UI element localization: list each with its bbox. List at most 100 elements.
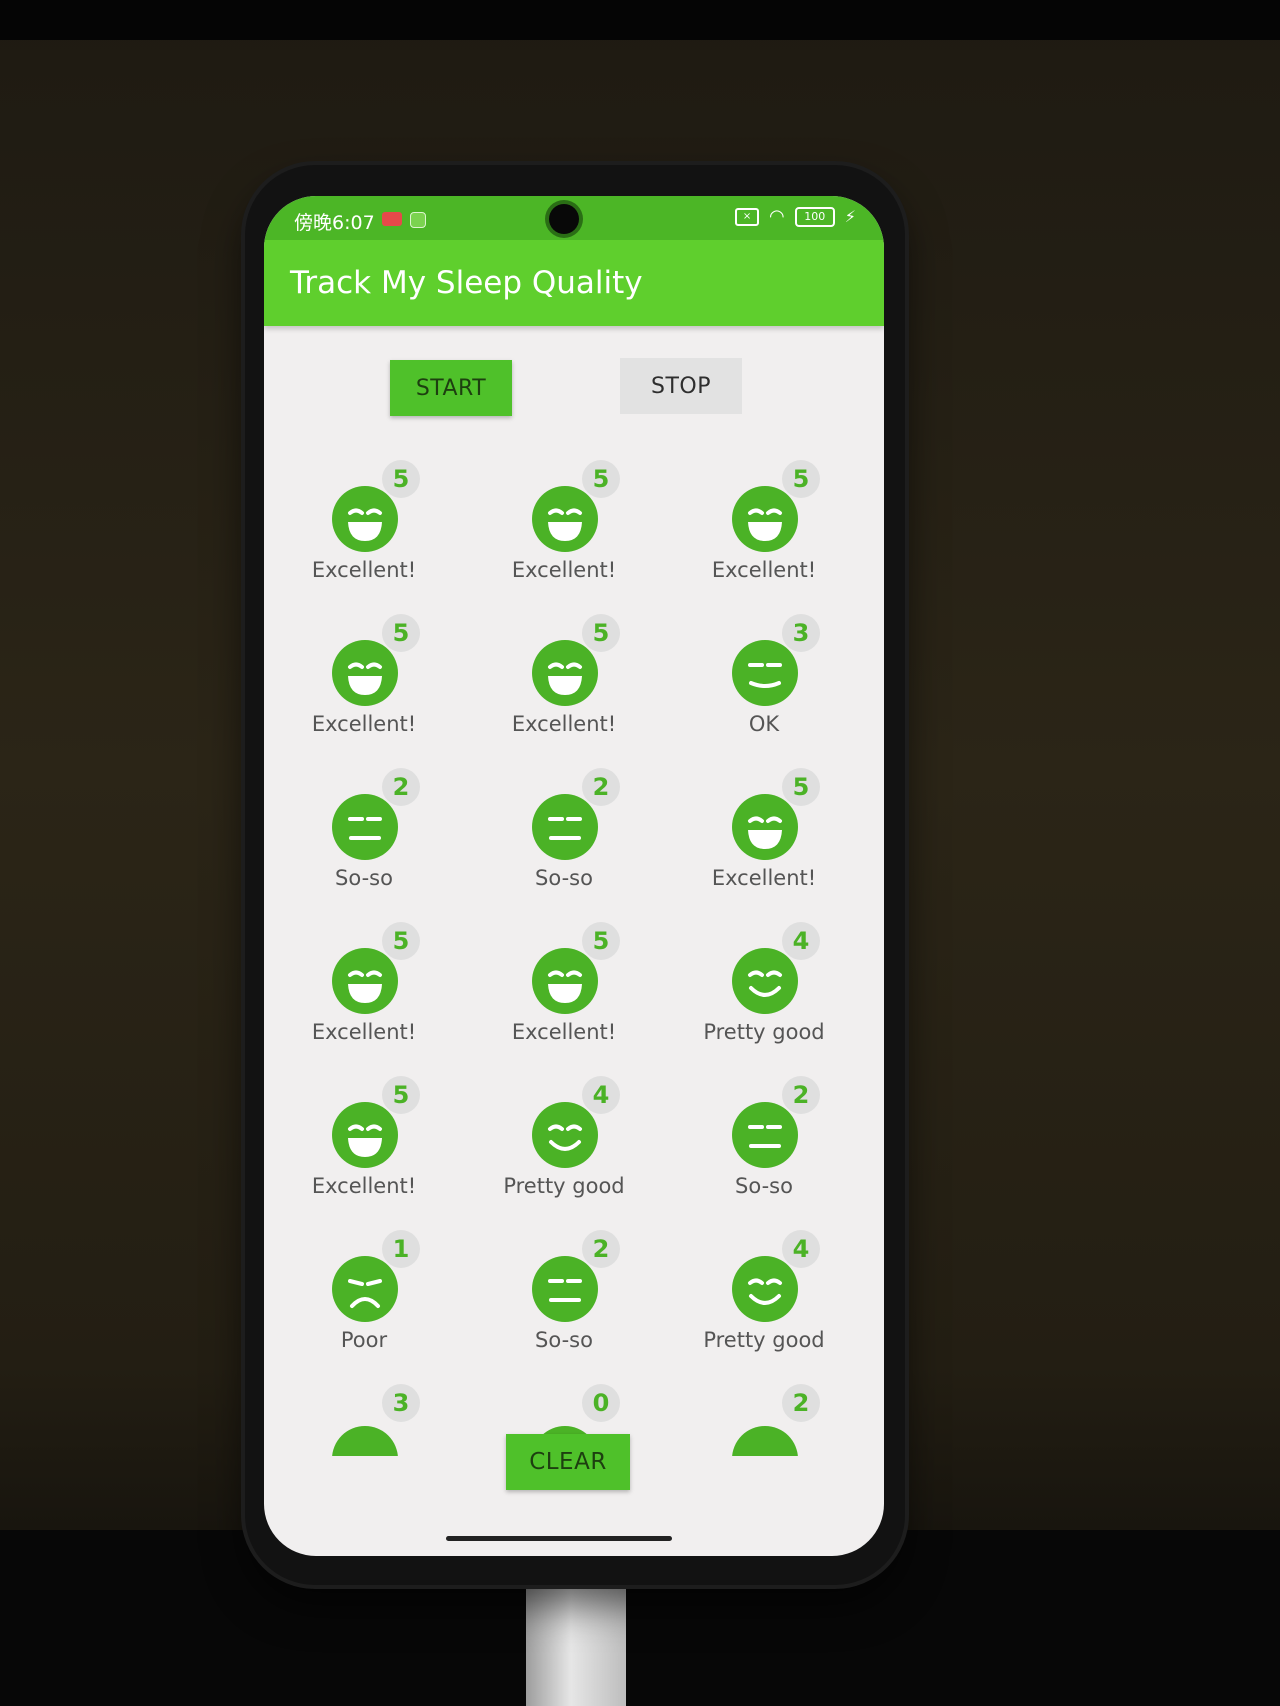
sleep-face-icon xyxy=(532,948,598,1014)
sleep-night-item[interactable]: 5 Excellent! xyxy=(264,918,464,1072)
sleep-night-item[interactable]: 5 Excellent! xyxy=(464,918,664,1072)
quality-score-badge: 5 xyxy=(582,460,620,498)
status-icons: × ◠ 100 ⚡ xyxy=(735,206,856,227)
quality-score-badge: 2 xyxy=(382,768,420,806)
sleep-face-icon xyxy=(332,640,398,706)
app-title: Track My Sleep Quality xyxy=(290,265,643,301)
sleep-night-item[interactable]: 3 OK xyxy=(664,610,864,764)
sleep-night-item[interactable]: 5 Excellent! xyxy=(264,610,464,764)
app-notification-icon xyxy=(410,212,426,228)
quality-label: Excellent! xyxy=(511,712,617,736)
sleep-night-item[interactable]: 3 xyxy=(264,1380,464,1456)
quality-score-badge: 5 xyxy=(382,460,420,498)
quality-score-badge: 5 xyxy=(582,614,620,652)
sleep-night-item[interactable]: 5 Excellent! xyxy=(264,1072,464,1226)
status-time: 傍晚6:07 xyxy=(294,212,375,234)
quality-score-badge: 5 xyxy=(782,460,820,498)
app-bar: Track My Sleep Quality xyxy=(264,240,884,326)
quality-label: Pretty good xyxy=(703,1020,825,1044)
quality-score-badge: 4 xyxy=(582,1076,620,1114)
quality-label: Excellent! xyxy=(711,866,817,890)
quality-label: So-so xyxy=(535,866,593,890)
sleep-face-icon xyxy=(732,948,798,1014)
quality-label: Poor xyxy=(340,1328,388,1352)
sleep-night-item[interactable]: 4 Pretty good xyxy=(464,1072,664,1226)
sleep-night-item[interactable]: 5 Excellent! xyxy=(264,456,464,610)
sleep-night-item[interactable]: 2 So-so xyxy=(464,1226,664,1380)
sleep-night-item[interactable]: 2 So-so xyxy=(664,1072,864,1226)
sleep-face-icon xyxy=(332,1102,398,1168)
quality-score-badge: 0 xyxy=(582,1384,620,1422)
sleep-face-icon xyxy=(332,794,398,860)
quality-score-badge: 4 xyxy=(782,1230,820,1268)
sleep-face-icon xyxy=(332,486,398,552)
sleep-face-icon xyxy=(532,486,598,552)
wifi-icon: ◠ xyxy=(769,206,785,227)
sleep-face-icon xyxy=(732,1102,798,1168)
quality-label: Excellent! xyxy=(311,558,417,582)
quality-score-badge: 5 xyxy=(582,922,620,960)
sleep-night-item[interactable]: 2 So-so xyxy=(264,764,464,918)
sleep-face-icon-partial xyxy=(332,1426,398,1456)
quality-score-badge: 2 xyxy=(582,1230,620,1268)
usb-cable xyxy=(526,1580,626,1706)
sleep-face-icon xyxy=(732,794,798,860)
sleep-night-item[interactable]: 2 So-so xyxy=(464,764,664,918)
sleep-face-icon xyxy=(532,640,598,706)
quality-label: Pretty good xyxy=(703,1328,825,1352)
sleep-face-icon xyxy=(532,794,598,860)
sleep-face-icon xyxy=(732,640,798,706)
quality-score-badge: 5 xyxy=(382,1076,420,1114)
sleep-night-item[interactable]: 4 Pretty good xyxy=(664,1226,864,1380)
grid-row: 5 Excellent! 5 Excellent! 4 Pretty good xyxy=(264,918,884,1072)
sleep-night-item[interactable]: 1 Poor xyxy=(264,1226,464,1380)
clear-button[interactable]: CLEAR xyxy=(506,1434,630,1490)
sleep-face-icon xyxy=(332,1256,398,1322)
home-indicator[interactable] xyxy=(446,1536,672,1541)
quality-label: So-so xyxy=(535,1328,593,1352)
quality-label: Excellent! xyxy=(711,558,817,582)
sleep-face-icon xyxy=(332,948,398,1014)
sleep-night-item[interactable]: 5 Excellent! xyxy=(664,764,864,918)
battery-icon: 100 xyxy=(794,206,835,227)
background-top xyxy=(0,0,1280,40)
sleep-night-item[interactable]: 4 Pretty good xyxy=(664,918,864,1072)
sleep-night-item[interactable]: 2 xyxy=(664,1380,864,1456)
quality-label: Pretty good xyxy=(503,1174,625,1198)
sleep-night-item[interactable]: 5 Excellent! xyxy=(664,456,864,610)
sleep-face-icon xyxy=(732,1256,798,1322)
status-bar: 傍晚6:07 × ◠ 100 ⚡ xyxy=(264,196,884,240)
stop-button[interactable]: STOP xyxy=(620,358,742,414)
no-sim-icon: × xyxy=(735,207,760,226)
start-button[interactable]: START xyxy=(390,360,512,416)
grid-row: 5 Excellent! 5 Excellent! 3 OK xyxy=(264,610,884,764)
quality-label: OK xyxy=(748,712,780,736)
quality-label: Excellent! xyxy=(311,712,417,736)
quality-score-badge: 2 xyxy=(782,1384,820,1422)
sleep-night-item[interactable]: 5 Excellent! xyxy=(464,610,664,764)
sleep-face-icon xyxy=(532,1256,598,1322)
charging-icon: ⚡ xyxy=(844,207,856,226)
quality-score-badge: 5 xyxy=(782,768,820,806)
quality-score-badge: 1 xyxy=(382,1230,420,1268)
grid-row: 1 Poor 2 So-so 4 Pretty good xyxy=(264,1226,884,1380)
quality-label: Excellent! xyxy=(511,558,617,582)
quality-label: Excellent! xyxy=(511,1020,617,1044)
sleep-face-icon-partial xyxy=(732,1426,798,1456)
quality-score-badge: 5 xyxy=(382,922,420,960)
quality-score-badge: 3 xyxy=(382,1384,420,1422)
grid-row: 5 Excellent! 4 Pretty good 2 So-so xyxy=(264,1072,884,1226)
quality-label: So-so xyxy=(735,1174,793,1198)
grid-row: 2 So-so 2 So-so 5 Excellent! xyxy=(264,764,884,918)
quality-label: Excellent! xyxy=(311,1174,417,1198)
sleep-night-grid[interactable]: 5 Excellent! 5 Excellent! 5 Excellent! 5 Excell… xyxy=(264,456,884,1456)
quality-score-badge: 2 xyxy=(782,1076,820,1114)
controls: START STOP xyxy=(264,326,884,456)
front-camera xyxy=(549,204,579,234)
notification-icon xyxy=(382,212,402,226)
sleep-face-icon xyxy=(732,486,798,552)
sleep-face-icon xyxy=(532,1102,598,1168)
quality-score-badge: 2 xyxy=(582,768,620,806)
quality-label: Excellent! xyxy=(311,1020,417,1044)
sleep-night-item[interactable]: 5 Excellent! xyxy=(464,456,664,610)
